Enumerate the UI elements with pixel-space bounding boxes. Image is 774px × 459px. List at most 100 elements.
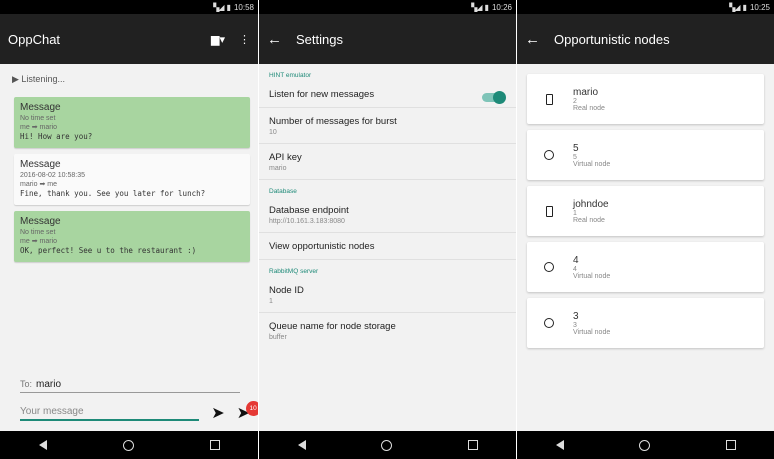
pref-title: View opportunistic nodes: [269, 241, 375, 252]
message-card[interactable]: Message No time set me ➡ mario OK, perfe…: [14, 211, 250, 262]
pref-title: Listen for new messages: [269, 89, 375, 100]
message-text: Hi! How are you?: [20, 132, 93, 141]
screens-container: ▚◢ ▮ 10:58 OppChat ▆▾ ⋮ ▶ Listening... M…: [0, 0, 774, 459]
node-list: mario 2 Real node 5 5 Virtual node johnd…: [517, 64, 774, 348]
pref-title: API key: [269, 152, 302, 163]
phone-icon: [545, 205, 553, 217]
arrow-right-icon: ➡: [39, 181, 46, 188]
node-card[interactable]: mario 2 Real node: [527, 74, 764, 124]
send-burst-icon[interactable]: ➤ 10: [237, 401, 258, 423]
node-card[interactable]: 3 3 Virtual node: [527, 298, 764, 348]
pref-summary: 1: [269, 298, 273, 305]
node-type: Virtual node: [573, 272, 611, 280]
nav-back-icon[interactable]: [555, 439, 564, 451]
compose-area: To: mario Your message ➤ ➤ 10: [0, 379, 258, 431]
nav-home-icon[interactable]: [639, 439, 651, 451]
message-text: OK, perfect! See u to the restaurant :): [20, 246, 197, 255]
node-type: Real node: [573, 104, 605, 112]
message-title: Message: [20, 102, 61, 113]
virtual-node-icon: [544, 318, 554, 328]
pref-title: Database endpoint: [269, 205, 349, 216]
recipient-field[interactable]: To: mario: [20, 379, 240, 393]
page-title: Settings: [296, 31, 343, 47]
signal-icon: ▚◢: [213, 2, 224, 12]
pref-node-id[interactable]: Node ID 1: [259, 277, 516, 313]
arrow-right-icon: ➡: [31, 124, 38, 131]
node-id: 3: [573, 321, 577, 329]
page-title: Opportunistic nodes: [554, 31, 670, 47]
virtual-node-icon: [544, 262, 554, 272]
listening-status: ▶ Listening...: [12, 74, 65, 84]
settings-screen: ▚◢ ▮ 10:26 ← Settings HINT emulator List…: [258, 0, 516, 459]
listen-toggle[interactable]: [482, 91, 506, 104]
virtual-node-icon: [544, 150, 554, 160]
battery-icon: ▮: [742, 2, 747, 12]
nav-home-icon[interactable]: [381, 439, 393, 451]
message-route: mario ➡ me: [20, 180, 244, 189]
pref-listen[interactable]: Listen for new messages: [259, 81, 516, 108]
message-to: mario: [39, 238, 58, 245]
battery-icon: ▮: [226, 2, 231, 12]
node-card[interactable]: 5 5 Virtual node: [527, 130, 764, 180]
message-card[interactable]: Message 2016-08-02 10:58:35 mario ➡ me F…: [14, 154, 250, 205]
node-card[interactable]: johndoe 1 Real node: [527, 186, 764, 236]
signal-icon: ▚◢: [729, 2, 740, 12]
node-id: 1: [573, 209, 577, 217]
app-title: OppChat: [8, 31, 61, 47]
node-card[interactable]: 4 4 Virtual node: [527, 242, 764, 292]
nodes-screen: ▚◢ ▮ 10:25 ← Opportunistic nodes mario 2…: [516, 0, 774, 459]
pref-api-key[interactable]: API key mario: [259, 144, 516, 180]
status-time: 10:58: [233, 2, 254, 12]
pref-summary: mario: [269, 165, 287, 172]
message-card[interactable]: Message No time set me ➡ mario Hi! How a…: [14, 97, 250, 148]
nav-recent-icon[interactable]: [468, 440, 479, 450]
message-row: Your message ➤ ➤ 10: [20, 401, 258, 423]
pref-db-endpoint[interactable]: Database endpoint http://10.161.3.183:80…: [259, 197, 516, 233]
node-name: 3: [573, 310, 579, 322]
section-header-rabbitmq: RabbitMQ server: [269, 268, 319, 275]
arrow-right-icon: ➡: [31, 238, 38, 245]
node-name: johndoe: [573, 198, 609, 210]
send-icon[interactable]: ➤: [211, 403, 224, 423]
burst-badge: 10: [245, 401, 258, 416]
phone-icon: [545, 93, 553, 105]
overflow-menu-icon[interactable]: ⋮: [239, 33, 250, 46]
pref-title: Number of messages for burst: [269, 116, 397, 127]
recipient-value[interactable]: mario: [36, 379, 61, 390]
pref-queue[interactable]: Queue name for node storage buffer: [259, 313, 516, 348]
node-type: Real node: [573, 216, 605, 224]
status-bar: ▚◢ ▮ 10:26: [259, 0, 516, 14]
node-type: Virtual node: [573, 328, 611, 336]
message-from: me: [20, 238, 30, 245]
pref-title: Node ID: [269, 285, 304, 296]
back-arrow-icon[interactable]: ←: [525, 31, 540, 48]
battery-icon: ▮: [484, 2, 489, 12]
message-from: mario: [20, 181, 38, 188]
nav-back-icon[interactable]: [38, 439, 47, 451]
message-time: 2016-08-02 10:58:35: [20, 172, 85, 179]
pref-title: Queue name for node storage: [269, 321, 396, 332]
nav-bar: [0, 431, 258, 459]
message-input[interactable]: Your message: [20, 406, 200, 421]
to-label: To:: [20, 379, 33, 389]
pref-summary: 10: [269, 129, 277, 136]
message-title: Message: [20, 216, 61, 227]
back-arrow-icon[interactable]: ←: [267, 31, 282, 48]
status-time: 10:25: [749, 2, 770, 12]
filter-icon[interactable]: ▆▾: [211, 33, 225, 46]
node-name: 4: [573, 254, 579, 266]
nav-bar: [259, 431, 516, 459]
status-bar: ▚◢ ▮ 10:58: [0, 0, 258, 14]
chat-screen: ▚◢ ▮ 10:58 OppChat ▆▾ ⋮ ▶ Listening... M…: [0, 0, 258, 459]
status-time: 10:26: [491, 2, 512, 12]
pref-burst[interactable]: Number of messages for burst 10: [259, 108, 516, 144]
nav-recent-icon[interactable]: [210, 440, 220, 450]
nav-recent-icon[interactable]: [726, 440, 737, 450]
message-route: me ➡ mario: [20, 123, 244, 132]
nav-home-icon[interactable]: [123, 439, 134, 451]
nav-back-icon[interactable]: [297, 439, 306, 451]
signal-icon: ▚◢: [471, 2, 482, 12]
node-name: 5: [573, 142, 579, 154]
pref-view-nodes[interactable]: View opportunistic nodes: [259, 233, 516, 260]
app-bar: OppChat ▆▾ ⋮: [0, 14, 258, 64]
